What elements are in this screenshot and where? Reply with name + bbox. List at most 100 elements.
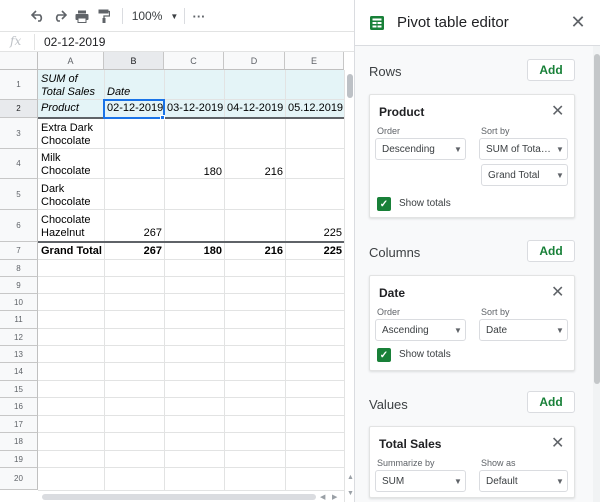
row-header-10[interactable]: 10 [0, 294, 38, 311]
scroll-up-arrow-icon[interactable]: ▲ [347, 474, 354, 481]
row-header-16[interactable]: 16 [0, 398, 38, 416]
undo-icon[interactable] [28, 5, 48, 27]
value-cell[interactable]: 267 [104, 227, 162, 240]
row-header-17[interactable]: 17 [0, 416, 38, 433]
row-header-19[interactable]: 19 [0, 451, 38, 468]
pivot-table-icon [370, 16, 384, 30]
horizontal-scroll-thumb[interactable] [42, 494, 316, 500]
order-label: Order [377, 307, 401, 317]
order-value: Descending [382, 143, 435, 155]
row-header-1[interactable]: 1 [0, 70, 38, 100]
row-header-4[interactable]: 4 [0, 149, 38, 179]
redo-icon[interactable] [50, 5, 70, 27]
grid-line [38, 467, 344, 468]
product-cell[interactable]: Extra Dark Chocolate [41, 122, 93, 148]
order-dropdown[interactable]: Ascending ▼ [375, 319, 466, 341]
column-header-a[interactable]: A [38, 52, 104, 70]
order-dropdown[interactable]: Descending ▼ [375, 138, 466, 160]
column-header-b[interactable]: B [104, 52, 164, 70]
grid-line [38, 148, 344, 149]
dropdown-caret-icon: ▼ [454, 144, 462, 154]
row-header-13[interactable]: 13 [0, 346, 38, 363]
column-header-d[interactable]: D [224, 52, 285, 70]
remove-field-icon[interactable]: ✕ [551, 433, 564, 453]
fill-handle[interactable] [160, 115, 165, 120]
row-header-18[interactable]: 18 [0, 433, 38, 451]
pivot-values-label[interactable]: SUM of Total Sales [41, 73, 95, 99]
panel-header: Pivot table editor ✕ [355, 0, 600, 46]
show-totals-checkbox[interactable]: ✓ [377, 197, 391, 211]
show-totals-checkbox[interactable]: ✓ [377, 348, 391, 362]
paint-format-icon[interactable] [94, 5, 114, 27]
values-section-label: Values [369, 397, 408, 412]
vertical-scroll-thumb[interactable] [347, 74, 353, 98]
add-column-button[interactable]: Add [527, 240, 575, 262]
panel-scrollbar[interactable] [593, 46, 600, 502]
spreadsheet-grid[interactable]: A B C D E 1 2 3 4 5 6 7 8 9 10 11 12 13 … [0, 52, 354, 502]
summarize-by-dropdown[interactable]: SUM ▼ [375, 470, 466, 492]
print-icon[interactable] [72, 5, 92, 27]
row-header-14[interactable]: 14 [0, 363, 38, 381]
order-value: Ascending [382, 324, 429, 336]
remove-field-icon[interactable]: ✕ [551, 282, 564, 302]
row-header-12[interactable]: 12 [0, 329, 38, 346]
more-options-button[interactable]: ··· [188, 5, 210, 27]
product-cell[interactable]: Dark Chocolate [41, 183, 91, 209]
vertical-scrollbar[interactable]: ▲ ▼ [344, 70, 354, 502]
pivot-row-field[interactable]: Product [41, 102, 79, 115]
row-header-9[interactable]: 9 [0, 277, 38, 294]
value-cell[interactable]: 180 [164, 166, 222, 179]
sort-by-sub-value: Grand Total [488, 169, 540, 181]
grid-line [38, 380, 344, 381]
row-header-2[interactable]: 2 [0, 100, 38, 118]
rows-section-label: Rows [369, 64, 402, 79]
scroll-left-arrow-icon[interactable]: ◀ [320, 493, 325, 501]
row-header-6[interactable]: 6 [0, 210, 38, 242]
add-row-button[interactable]: Add [527, 59, 575, 81]
remove-field-icon[interactable]: ✕ [551, 101, 564, 121]
product-cell[interactable]: Milk Chocolate [41, 152, 91, 178]
grand-total-cell[interactable]: 180 [164, 245, 222, 258]
scroll-down-arrow-icon[interactable]: ▼ [347, 490, 354, 497]
pivot-column-field[interactable]: Date [107, 86, 130, 99]
sort-by-dropdown[interactable]: Date ▼ [479, 319, 568, 341]
row-header-7[interactable]: 7 [0, 242, 38, 260]
grand-total-cell[interactable]: 225 [285, 245, 342, 258]
zoom-select[interactable]: 100% ▼ [130, 5, 180, 27]
formula-input[interactable]: 02-12-2019 [44, 35, 105, 49]
horizontal-scrollbar[interactable]: ◀ ▶ [38, 490, 344, 502]
value-cell[interactable]: 225 [285, 227, 342, 240]
show-totals-label: Show totals [399, 349, 451, 360]
date-header-cell[interactable]: 03-12-2019 [167, 102, 223, 115]
sort-by-value: Date [486, 324, 508, 336]
row-header-11[interactable]: 11 [0, 311, 38, 329]
value-cell[interactable]: 216 [224, 166, 283, 179]
scroll-right-arrow-icon[interactable]: ▶ [332, 493, 337, 501]
date-header-cell[interactable]: 05.12.2019 [288, 102, 343, 115]
show-totals-label: Show totals [399, 198, 451, 209]
row-header-8[interactable]: 8 [0, 260, 38, 277]
sort-by-sub-dropdown[interactable]: Grand Total ▼ [481, 164, 568, 186]
panel-scroll-thumb[interactable] [594, 54, 600, 384]
grand-total-label[interactable]: Grand Total [41, 245, 102, 258]
row-header-5[interactable]: 5 [0, 179, 38, 210]
grid-line [164, 70, 165, 490]
pivot-header-separator [38, 117, 344, 119]
add-value-button[interactable]: Add [527, 391, 575, 413]
row-header-3[interactable]: 3 [0, 118, 38, 149]
grid-line [38, 293, 344, 294]
close-icon[interactable]: ✕ [569, 13, 587, 31]
date-header-cell[interactable]: 04-12-2019 [227, 102, 283, 115]
show-as-dropdown[interactable]: Default ▼ [479, 470, 568, 492]
column-header-e[interactable]: E [285, 52, 344, 70]
show-as-label: Show as [481, 458, 516, 468]
grand-total-cell[interactable]: 267 [104, 245, 162, 258]
active-cell-selection [103, 99, 165, 119]
row-header-20[interactable]: 20 [0, 468, 38, 490]
row-header-15[interactable]: 15 [0, 381, 38, 398]
select-all-corner[interactable] [0, 52, 38, 70]
product-cell[interactable]: Chocolate Hazelnut [41, 214, 91, 240]
grand-total-cell[interactable]: 216 [224, 245, 283, 258]
sort-by-dropdown[interactable]: SUM of Total ... ▼ [479, 138, 568, 160]
column-header-c[interactable]: C [164, 52, 224, 70]
